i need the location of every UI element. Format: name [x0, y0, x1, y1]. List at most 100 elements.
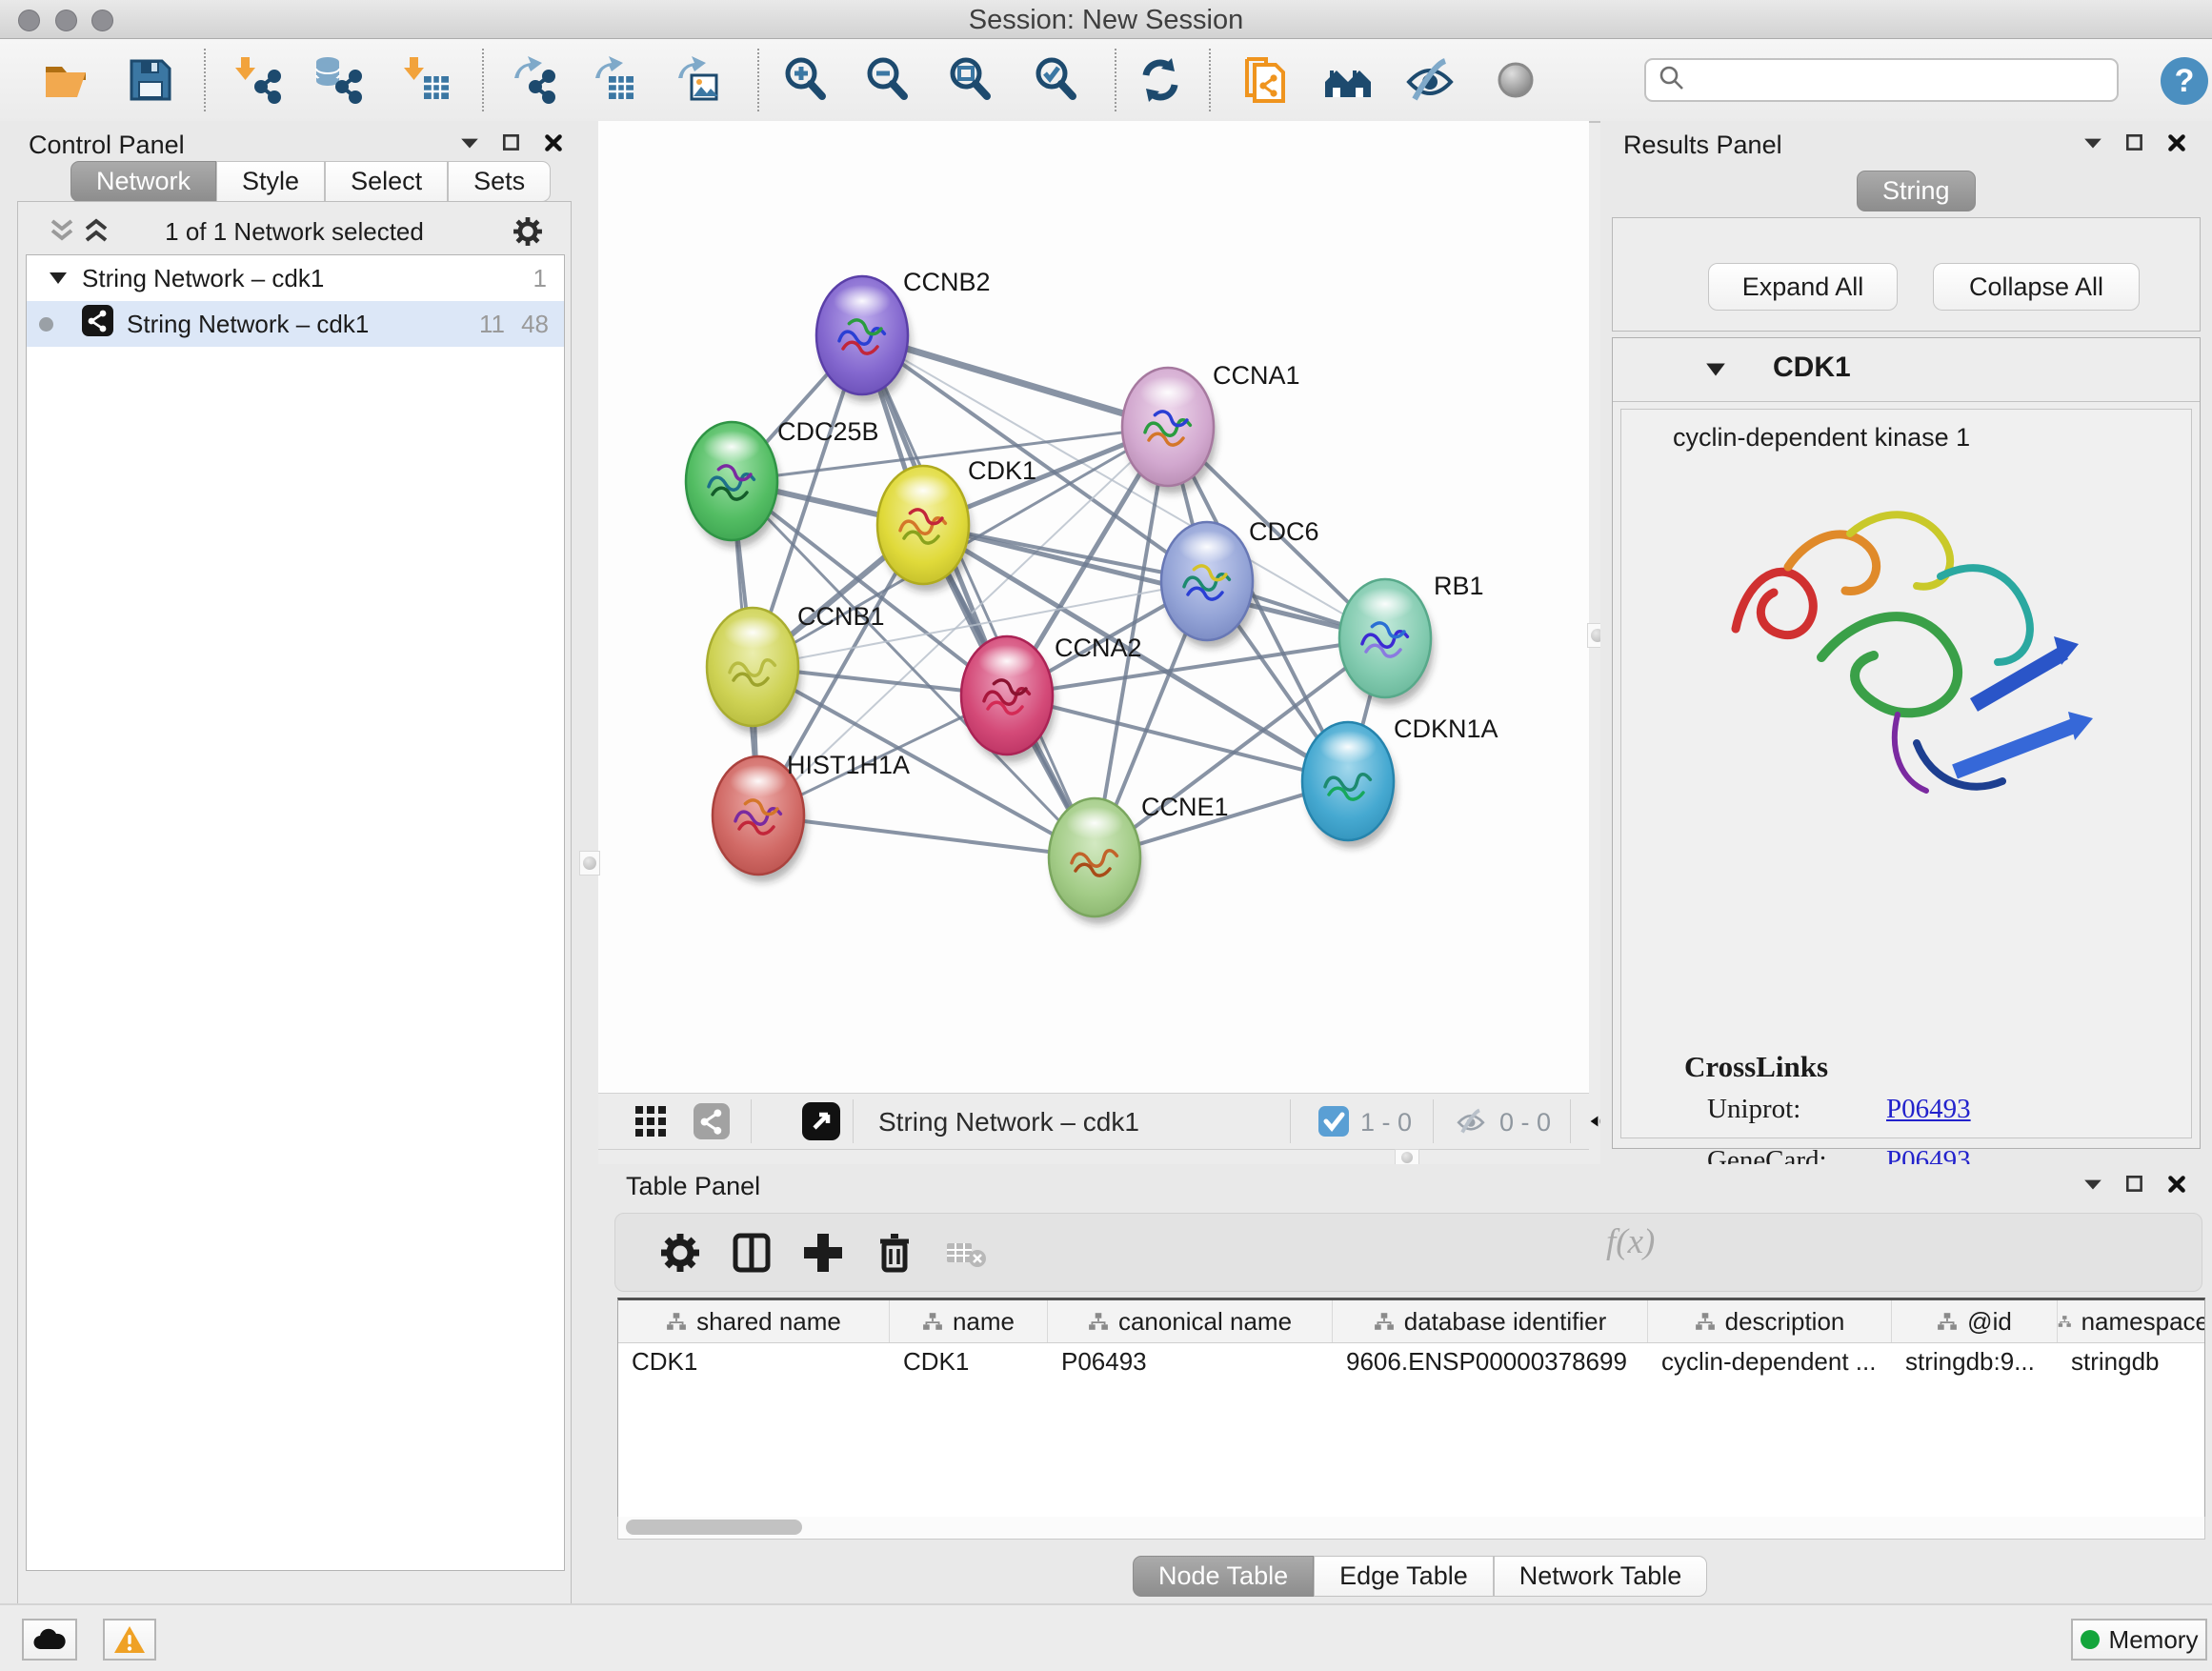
node-CCNE1[interactable]: CCNE1 — [1049, 793, 1229, 924]
node-label-CDKN1A: CDKN1A — [1394, 715, 1498, 743]
node-CDK1[interactable]: CDK1 — [877, 456, 1036, 592]
expand-all-button[interactable]: Expand All — [1708, 263, 1898, 311]
panel-collapse-icon[interactable] — [2082, 1174, 2103, 1195]
node-CDKN1A[interactable]: CDKN1A — [1302, 715, 1498, 848]
section-expander-icon[interactable] — [1704, 361, 1727, 383]
column-header-canonical-name[interactable]: canonical name — [1048, 1300, 1333, 1342]
column-header-description[interactable]: description — [1648, 1300, 1892, 1342]
hidden-eye-slash-icon[interactable] — [1452, 1104, 1490, 1143]
tab-network[interactable]: Network — [70, 161, 216, 202]
panel-collapse-icon[interactable] — [2082, 132, 2103, 153]
birdseye-view-icon[interactable] — [802, 1102, 840, 1145]
warnings-button[interactable] — [103, 1619, 156, 1661]
table-header-row: shared namenamecanonical namedatabase id… — [618, 1300, 2204, 1343]
collapse-all-button[interactable]: Collapse All — [1933, 263, 2140, 311]
refresh-icon[interactable] — [1134, 53, 1187, 107]
table-settings-gear-icon[interactable] — [654, 1226, 707, 1279]
selected-checkbox-icon[interactable] — [1318, 1106, 1349, 1141]
network-view[interactable]: CCNB2 CCNA1 CDC25B CDK1 CDC6 — [598, 121, 1589, 1093]
share-view-icon[interactable] — [694, 1103, 730, 1144]
table-cell[interactable]: P06493 — [1048, 1343, 1333, 1379]
tab-select[interactable]: Select — [325, 161, 448, 202]
zoom-in-icon[interactable] — [778, 53, 832, 107]
zoom-selected-icon[interactable] — [1029, 53, 1082, 107]
horizontal-splitter-handle[interactable] — [1395, 1149, 1419, 1165]
eye-slash-icon[interactable] — [1403, 53, 1457, 107]
delete-column-icon[interactable] — [868, 1226, 921, 1279]
column-header-namespace[interactable]: namespace — [2058, 1300, 2205, 1342]
table-cell[interactable]: CDK1 — [890, 1343, 1048, 1379]
export-network-icon[interactable] — [505, 53, 558, 107]
show-columns-icon[interactable] — [725, 1226, 778, 1279]
edge-HIST1H1A-CCNE1[interactable] — [758, 815, 1095, 857]
tab-edge-table[interactable]: Edge Table — [1314, 1556, 1494, 1597]
memory-button[interactable]: Memory — [2071, 1619, 2207, 1661]
network-collection-row[interactable]: String Network – cdk1 1 — [27, 255, 564, 301]
results-controls-box: Expand All Collapse All — [1612, 217, 2201, 332]
tab-style[interactable]: Style — [216, 161, 325, 202]
table-cell[interactable]: stringdb — [2058, 1343, 2205, 1379]
add-column-icon[interactable] — [796, 1226, 850, 1279]
node-HIST1H1A[interactable]: HIST1H1A — [713, 751, 910, 882]
node-label-CDC6: CDC6 — [1249, 517, 1319, 546]
open-session-icon[interactable] — [40, 53, 93, 107]
network-options-gear-icon[interactable] — [510, 213, 546, 254]
zoom-fit-icon[interactable] — [943, 53, 996, 107]
network-canvas[interactable]: CCNB2 CCNA1 CDC25B CDK1 CDC6 — [598, 121, 1589, 1093]
delete-table-icon-disabled — [939, 1226, 993, 1279]
panel-float-icon[interactable] — [2124, 1174, 2145, 1195]
table-cell[interactable]: CDK1 — [618, 1343, 890, 1379]
help-button[interactable]: ? — [2161, 57, 2208, 105]
import-table-icon[interactable] — [399, 53, 452, 107]
table-cell[interactable]: stringdb:9... — [1892, 1343, 2058, 1379]
tree-expander-icon[interactable] — [48, 264, 69, 293]
search-input[interactable] — [1694, 65, 2117, 96]
panel-close-icon[interactable] — [2166, 1174, 2187, 1195]
left-splitter-handle[interactable] — [579, 851, 600, 876]
import-network-icon[interactable] — [231, 53, 284, 107]
panel-float-icon[interactable] — [2124, 132, 2145, 153]
export-table-icon[interactable] — [586, 53, 639, 107]
import-network-database-icon[interactable] — [312, 53, 365, 107]
table-cell[interactable]: cyclin-dependent ... — [1648, 1343, 1892, 1379]
cloud-button[interactable] — [22, 1619, 77, 1661]
gene-header-row[interactable]: CDK1 — [1613, 338, 2200, 402]
node-CDC25B[interactable]: CDC25B — [686, 417, 879, 548]
node-label-CCNB2: CCNB2 — [903, 268, 991, 296]
node-CCNB2[interactable]: CCNB2 — [816, 268, 991, 402]
search-icon — [1658, 64, 1686, 97]
grid-view-icon[interactable] — [635, 1106, 667, 1142]
zoom-out-icon[interactable] — [860, 53, 914, 107]
table-cell[interactable]: 9606.ENSP00000378699 — [1333, 1343, 1648, 1379]
network-row[interactable]: String Network – cdk1 11 48 — [27, 301, 564, 347]
node-RB1[interactable]: RB1 — [1339, 572, 1484, 705]
tab-network-table[interactable]: Network Table — [1494, 1556, 1708, 1597]
column-header-shared-name[interactable]: shared name — [618, 1300, 890, 1342]
export-image-icon[interactable] — [669, 53, 722, 107]
tab-node-table[interactable]: Node Table — [1133, 1556, 1314, 1597]
share-document-icon[interactable] — [1239, 53, 1293, 107]
tab-sets[interactable]: Sets — [448, 161, 551, 202]
gene-description: cyclin-dependent kinase 1 — [1673, 423, 1970, 453]
tab-string[interactable]: String — [1857, 171, 1976, 211]
search-box[interactable] — [1644, 58, 2119, 102]
save-session-icon[interactable] — [124, 53, 177, 107]
crosslink-link[interactable]: P06493 — [1886, 1094, 1971, 1125]
node-CCNA1[interactable]: CCNA1 — [1122, 361, 1300, 493]
scrollbar-thumb[interactable] — [626, 1520, 802, 1535]
table-row[interactable]: CDK1CDK1P064939606.ENSP00000378699cyclin… — [618, 1343, 2204, 1379]
toolbar-divider — [204, 49, 206, 111]
panel-collapse-icon[interactable] — [459, 132, 480, 153]
results-panel: Results Panel String Expand All Collapse… — [1600, 121, 2212, 1164]
column-header-database-identifier[interactable]: database identifier — [1333, 1300, 1648, 1342]
column-header--id[interactable]: @id — [1892, 1300, 2058, 1342]
panel-close-icon[interactable] — [2166, 132, 2187, 153]
houses-icon[interactable] — [1321, 53, 1375, 107]
column-header-name[interactable]: name — [890, 1300, 1048, 1342]
sphere-icon[interactable] — [1489, 53, 1542, 107]
node-CCNB1[interactable]: CCNB1 — [707, 602, 885, 734]
node-CDC6[interactable]: CDC6 — [1161, 517, 1319, 648]
panel-float-icon[interactable] — [501, 132, 522, 153]
panel-close-icon[interactable] — [543, 132, 564, 153]
table-horizontal-scrollbar[interactable] — [617, 1517, 2205, 1540]
